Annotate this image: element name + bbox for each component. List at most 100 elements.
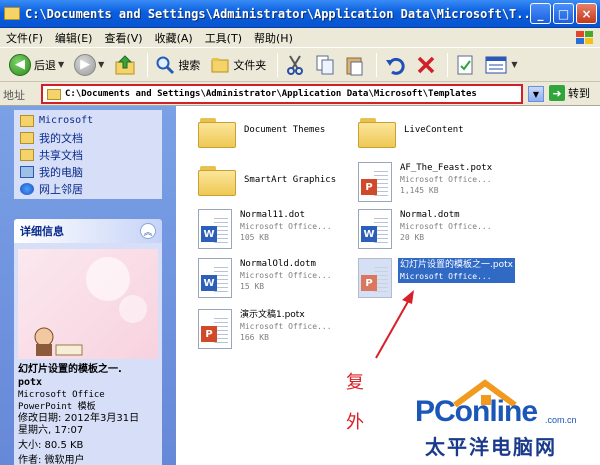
- forward-button[interactable]: ▶ ▼: [71, 51, 107, 79]
- properties-icon: [457, 55, 473, 74]
- window-title: C:\Documents and Settings\Administrator\…: [25, 6, 538, 21]
- folder-icon: [358, 116, 396, 148]
- file-name: NormalOld.dotm: [240, 259, 316, 269]
- details-type-line-1: Microsoft Office: [18, 390, 105, 400]
- file-name: Document Themes: [244, 125, 326, 135]
- chevron-down-icon: ▼: [511, 60, 518, 69]
- place-my-computer[interactable]: 我的电脑: [20, 163, 156, 180]
- go-arrow-icon: ➜: [549, 85, 565, 101]
- folders-button[interactable]: 文件夹: [207, 51, 269, 79]
- file-item-document-themes[interactable]: Document Themes: [198, 116, 325, 148]
- copy-button[interactable]: [312, 51, 338, 79]
- folder-icon: [47, 88, 61, 100]
- toolbar-separator: [147, 52, 149, 77]
- file-item-normal11-dot[interactable]: W Normal11.dot Microsoft Office... 105 K…: [198, 209, 332, 249]
- search-button[interactable]: 搜索: [152, 51, 203, 79]
- file-size: 20 KB: [400, 233, 425, 242]
- menu-file[interactable]: 文件(F): [6, 30, 43, 46]
- place-label: 共享文档: [39, 148, 83, 162]
- menu-bar: 文件(F) 编辑(E) 查看(V) 收藏(A) 工具(T) 帮助(H): [0, 28, 600, 48]
- file-name: Normal11.dot: [240, 210, 306, 220]
- word-macro-template-icon: W: [358, 209, 392, 249]
- address-bar-row: 地址 C:\Documents and Settings\Administrat…: [0, 82, 600, 106]
- folder-icon: [20, 114, 34, 127]
- network-icon: [20, 182, 34, 195]
- details-panel: 幻灯片设置的模板之一. potx Microsoft Office PowerP…: [14, 243, 162, 465]
- menu-tools[interactable]: 工具(T): [205, 30, 242, 46]
- forward-arrow-icon: ▶: [74, 53, 97, 76]
- up-folder-button[interactable]: [111, 51, 139, 79]
- file-name: 幻灯片设置的模板之一.potx: [400, 260, 513, 270]
- maximize-button[interactable]: □: [553, 3, 574, 24]
- toolbar-separator: [277, 52, 279, 77]
- place-microsoft[interactable]: Microsoft: [20, 112, 156, 129]
- views-button[interactable]: ▼: [482, 51, 520, 79]
- address-input[interactable]: C:\Documents and Settings\Administrator\…: [41, 84, 523, 104]
- template-thumbnail: [18, 249, 158, 359]
- watermark-brand: PConline: [415, 395, 538, 428]
- file-item-normalold-dotm[interactable]: W NormalOld.dotm Microsoft Office... 15 …: [198, 258, 332, 298]
- paste-button[interactable]: [342, 51, 368, 79]
- minimize-button[interactable]: _: [530, 3, 551, 24]
- file-item-normal-dotm[interactable]: W Normal.dotm Microsoft Office... 20 KB: [358, 209, 492, 249]
- place-label: 网上邻居: [39, 182, 83, 196]
- task-pane: Microsoft 我的文档 共享文档 我的电脑 网上邻居 详细信息 ︽ 幻灯片…: [0, 106, 176, 465]
- folder-icon: [4, 7, 20, 20]
- place-network[interactable]: 网上邻居: [20, 180, 156, 197]
- undo-button[interactable]: [381, 51, 409, 79]
- menu-view[interactable]: 查看(V): [104, 30, 142, 46]
- file-name: Normal.dotm: [400, 210, 460, 220]
- folder-icon: [198, 116, 236, 148]
- details-type-line-2: PowerPoint 模板: [18, 402, 96, 412]
- file-name: AF_The_Feast.potx: [400, 163, 493, 173]
- details-modified-time: 星期六, 17:07: [18, 425, 84, 436]
- file-item-livecontent[interactable]: LiveContent: [358, 116, 464, 148]
- watermark-cn: 太平洋电脑网: [425, 435, 557, 459]
- powerpoint-template-icon: P: [198, 309, 232, 349]
- file-item-af-the-feast[interactable]: P AF_The_Feast.potx Microsoft Office... …: [358, 162, 492, 202]
- file-size: 166 KB: [240, 333, 269, 342]
- address-dropdown-button[interactable]: ▼: [528, 86, 544, 102]
- annotation-text-1: 复: [346, 372, 364, 393]
- chevron-down-icon: ▼: [58, 60, 65, 69]
- back-arrow-icon: ◀: [9, 53, 31, 76]
- go-label: 转到: [568, 87, 590, 100]
- place-shared-documents[interactable]: 共享文档: [20, 146, 156, 163]
- filename-line-1: 幻灯片设置的模板之一.: [18, 364, 122, 375]
- folder-icon: [20, 148, 34, 161]
- place-my-documents[interactable]: 我的文档: [20, 129, 156, 146]
- file-size: 105 KB: [240, 233, 269, 242]
- file-type: Microsoft Office...: [240, 271, 332, 280]
- menu-favorites[interactable]: 收藏(A): [155, 30, 193, 46]
- powerpoint-template-icon: P: [358, 162, 392, 202]
- menu-help[interactable]: 帮助(H): [254, 30, 293, 46]
- annotation-text-2: 外: [346, 412, 364, 433]
- window-controls: _ □ ×: [530, 3, 597, 24]
- file-name: SmartArt Graphics: [244, 175, 337, 185]
- computer-icon: [20, 165, 34, 178]
- folders-icon: [211, 57, 229, 72]
- file-item-smartart-graphics[interactable]: SmartArt Graphics: [198, 164, 336, 196]
- cut-button[interactable]: [282, 51, 308, 79]
- close-button[interactable]: ×: [576, 3, 597, 24]
- file-type: Microsoft Office...: [240, 322, 332, 331]
- back-button[interactable]: ◀ 后退 ▼: [6, 51, 67, 79]
- file-item-presentation1[interactable]: P 演示文稿1.potx Microsoft Office... 166 KB: [198, 309, 332, 349]
- filename-line-2: potx: [18, 377, 43, 388]
- annotation-arrow-icon: [375, 290, 414, 359]
- back-label: 后退: [34, 58, 56, 72]
- file-type: Microsoft Office...: [240, 222, 332, 231]
- details-author: 作者: 微软用户: [18, 455, 85, 465]
- file-type: Microsoft Office...: [400, 222, 492, 231]
- toolbar-separator: [447, 52, 449, 77]
- delete-button[interactable]: [413, 51, 439, 79]
- collapse-icon[interactable]: ︽: [140, 223, 156, 239]
- folder-icon: [198, 164, 236, 196]
- address-label: 地址: [3, 89, 25, 102]
- address-path: C:\Documents and Settings\Administrator\…: [65, 89, 477, 99]
- go-button[interactable]: ➜ 转到: [549, 85, 590, 101]
- search-label: 搜索: [178, 58, 201, 72]
- details-header[interactable]: 详细信息 ︽: [14, 219, 162, 243]
- menu-edit[interactable]: 编辑(E): [55, 30, 93, 46]
- properties-button[interactable]: [452, 51, 478, 79]
